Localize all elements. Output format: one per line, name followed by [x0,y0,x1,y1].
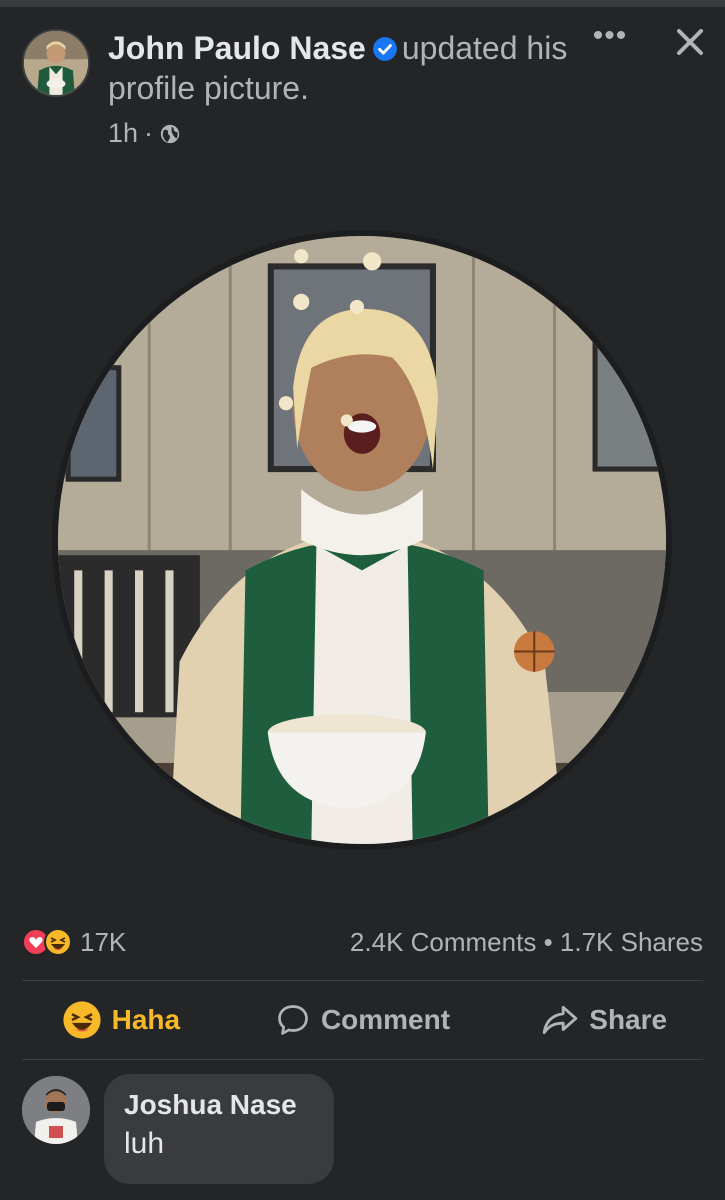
share-label: Share [589,1004,668,1035]
commenter-avatar-image [22,1076,90,1144]
haha-icon [63,1001,101,1039]
meta-separator: · [144,118,154,148]
profile-picture[interactable] [52,230,672,850]
comments-count[interactable]: 2.4K Comments [350,927,536,957]
share-button[interactable]: Share [483,984,725,1056]
author-avatar[interactable] [22,29,90,97]
post-meta: 1h · [108,118,181,149]
close-button[interactable] [668,20,712,64]
author-avatar-image [24,31,88,95]
post-time[interactable]: 1h [108,118,138,149]
post-header-text: John Paulo Nase updated his profile pictu… [108,28,578,108]
haha-label: Haha [111,1004,181,1035]
reaction-summary[interactable]: 17K [22,924,126,960]
ellipsis-icon: ••• [592,19,628,52]
comment-bubble[interactable]: Joshua Nase luh [104,1074,334,1184]
close-icon [677,29,703,55]
shares-count[interactable]: 1.7K Shares [560,927,703,957]
haha-icon [44,928,72,956]
comment-text: luh [124,1127,165,1160]
comment-author[interactable]: Joshua Nase [124,1088,314,1122]
more-options-button[interactable]: ••• [590,21,630,56]
counts-separator: • [543,927,553,957]
verified-badge-icon [372,37,397,61]
globe-icon [160,124,180,143]
engagement-counts: 2.4K Comments • 1.7K Shares [350,924,703,960]
haha-reaction-button[interactable]: Haha [0,984,242,1056]
divider-top [22,980,703,981]
comment-button[interactable]: Comment [242,984,484,1056]
post-actions: Haha Comment Share [0,984,725,1056]
share-icon [543,1005,578,1035]
reaction-count: 17K [80,926,127,957]
divider-bottom [22,1059,703,1060]
comment-label: Comment [320,1004,451,1035]
top-edge [0,0,725,7]
comment-icon [278,1005,308,1035]
profile-picture-image [58,236,666,844]
commenter-avatar[interactable] [22,1076,90,1144]
author-name[interactable]: John Paulo Nase [108,30,366,66]
